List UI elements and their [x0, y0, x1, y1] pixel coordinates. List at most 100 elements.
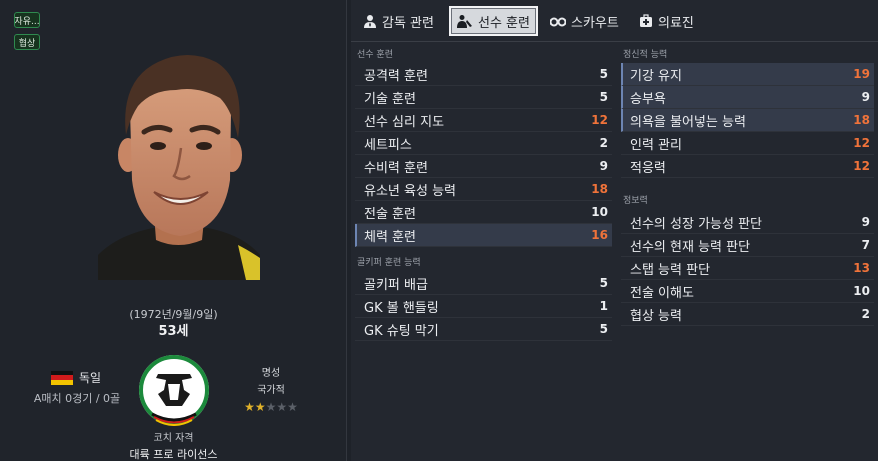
attribute-value: 9 — [861, 215, 870, 229]
attribute-value: 9 — [861, 90, 870, 104]
nationality-label: 독일 — [78, 371, 102, 385]
attribute-label: 체력 훈련 — [364, 229, 416, 245]
attribute-row[interactable]: 인력 관리 12 — [621, 132, 874, 155]
reputation: 명성 국가적 ★★★★★ — [236, 364, 306, 414]
attributes-panel: 감독 관련 선수 훈련 스카우트 의료진 선수 훈련 공격력 훈련 5 기술 훈… — [351, 0, 878, 461]
attribute-label: 협상 능력 — [630, 308, 682, 324]
attribute-label: 선수의 성장 가능성 판단 — [630, 216, 762, 232]
attribute-row[interactable]: 전술 훈련 10 — [355, 201, 612, 224]
attribute-label: 세트피스 — [364, 137, 412, 153]
attribute-row[interactable]: 수비력 훈련 9 — [355, 155, 612, 178]
attribute-label: 공격력 훈련 — [364, 68, 428, 84]
license-label: 코치 자격 — [153, 433, 194, 444]
attribute-row[interactable]: 선수 심리 지도 12 — [355, 109, 612, 132]
attribute-value: 18 — [591, 182, 608, 196]
attribute-label: GK 볼 핸들링 — [364, 300, 439, 316]
tab-manager[interactable]: 감독 관련 — [357, 6, 440, 36]
attribute-value: 12 — [591, 113, 608, 127]
tab-manager-label: 감독 관련 — [382, 15, 434, 31]
star-icon: ★ — [265, 400, 277, 414]
attribute-row[interactable]: 선수의 성장 가능성 판단 9 — [621, 211, 874, 234]
attribute-value: 10 — [853, 284, 870, 298]
section-title-training: 선수 훈련 — [357, 50, 393, 60]
staff-portrait — [98, 55, 260, 280]
tab-training-label: 선수 훈련 — [478, 15, 530, 31]
attribute-row[interactable]: 세트피스 2 — [355, 132, 612, 155]
tab-divider — [351, 41, 878, 42]
section-title-knowledge: 정보력 — [623, 196, 648, 206]
attribute-value: 13 — [853, 261, 870, 275]
nationality[interactable]: 독일 — [30, 369, 122, 386]
reputation-label: 명성 — [261, 368, 281, 379]
attribute-label: 인력 관리 — [630, 137, 682, 153]
profile-panel: 자유... 협상 (1972년/9월/9일) 53세 독일 A매치 0경기 / … — [0, 0, 347, 461]
attribute-value: 16 — [591, 228, 608, 242]
attribute-label: 승부욕 — [630, 91, 666, 107]
reputation-stars: ★★★★★ — [236, 400, 306, 414]
attribute-label: 기강 유지 — [630, 68, 682, 84]
attribute-value: 7 — [861, 238, 870, 252]
attribute-row[interactable]: 유소년 육성 능력 18 — [355, 178, 612, 201]
attribute-value: 5 — [599, 322, 608, 336]
attribute-value: 5 — [599, 67, 608, 81]
reputation-value: 국가적 — [257, 385, 285, 396]
attribute-label: 골키퍼 배급 — [364, 277, 428, 293]
attribute-value: 9 — [599, 159, 608, 173]
license-value: 대륙 프로 라이선스 — [129, 448, 218, 461]
attribute-value: 12 — [853, 136, 870, 150]
tab-training[interactable]: 선수 훈련 — [449, 6, 538, 36]
attribute-row[interactable]: 승부욕 9 — [621, 86, 874, 109]
age-value: 53세 — [158, 324, 189, 339]
dfb-crest-icon[interactable] — [138, 354, 210, 426]
medkit-icon — [640, 14, 652, 27]
coach-icon — [457, 15, 472, 28]
coaching-license: 코치 자격 대륙 프로 라이선스 — [0, 429, 347, 461]
attribute-value: 5 — [599, 90, 608, 104]
attribute-value: 19 — [853, 67, 870, 81]
tab-bar: 감독 관련 선수 훈련 스카우트 의료진 — [351, 6, 878, 36]
attribute-label: 전술 이해도 — [630, 285, 694, 301]
star-icon: ★ — [276, 400, 288, 414]
tab-medical[interactable]: 의료진 — [633, 6, 700, 36]
attribute-row[interactable]: 협상 능력 2 — [621, 303, 874, 326]
international-caps: A매치 0경기 / 0골 — [33, 392, 121, 405]
attribute-row[interactable]: 골키퍼 배급 5 — [355, 272, 612, 295]
attribute-value: 2 — [599, 136, 608, 150]
attribute-row[interactable]: 전술 이해도 10 — [621, 280, 874, 303]
person-tie-icon — [364, 15, 376, 28]
release-button[interactable]: 자유... — [14, 12, 40, 28]
attribute-row[interactable]: 공격력 훈련 5 — [355, 63, 612, 86]
star-icon: ★ — [254, 400, 266, 414]
attribute-label: 전술 훈련 — [364, 206, 416, 222]
tab-medical-label: 의료진 — [658, 15, 694, 31]
attribute-value: 10 — [591, 205, 608, 219]
attribute-row[interactable]: 적응력 12 — [621, 155, 874, 178]
attribute-label: 적응력 — [630, 160, 666, 176]
tab-scout-label: 스카우트 — [571, 15, 619, 31]
attribute-value: 12 — [853, 159, 870, 173]
attribute-label: 스탭 능력 판단 — [630, 262, 711, 278]
negotiate-button[interactable]: 협상 — [14, 34, 40, 50]
section-title-goalkeeping: 골키퍼 훈련 능력 — [357, 258, 421, 268]
attribute-value: 5 — [599, 276, 608, 290]
attribute-row[interactable]: GK 볼 핸들링 1 — [355, 295, 612, 318]
attribute-row[interactable]: GK 슈팅 막기 5 — [355, 318, 612, 341]
attribute-row[interactable]: 스탭 능력 판단 13 — [621, 257, 874, 280]
binoculars-icon — [550, 17, 566, 27]
attribute-row[interactable]: 의욕을 불어넣는 능력 18 — [621, 109, 874, 132]
attribute-label: 수비력 훈련 — [364, 160, 428, 176]
attribute-value: 1 — [599, 299, 608, 313]
star-icon: ★ — [244, 400, 255, 414]
attribute-row[interactable]: 선수의 현재 능력 판단 7 — [621, 234, 874, 257]
attribute-row[interactable]: 기강 유지 19 — [621, 63, 874, 86]
star-icon: ★ — [287, 400, 298, 414]
attribute-value: 18 — [853, 113, 870, 127]
attribute-label: GK 슈팅 막기 — [364, 323, 439, 339]
tab-scout[interactable]: 스카우트 — [544, 6, 625, 36]
attribute-label: 유소년 육성 능력 — [364, 183, 456, 199]
germany-flag-icon — [50, 370, 73, 385]
attribute-row[interactable]: 기술 훈련 5 — [355, 86, 612, 109]
attribute-label: 의욕을 불어넣는 능력 — [630, 114, 746, 130]
attribute-label: 선수의 현재 능력 판단 — [630, 239, 751, 255]
attribute-row[interactable]: 체력 훈련 16 — [355, 224, 612, 247]
